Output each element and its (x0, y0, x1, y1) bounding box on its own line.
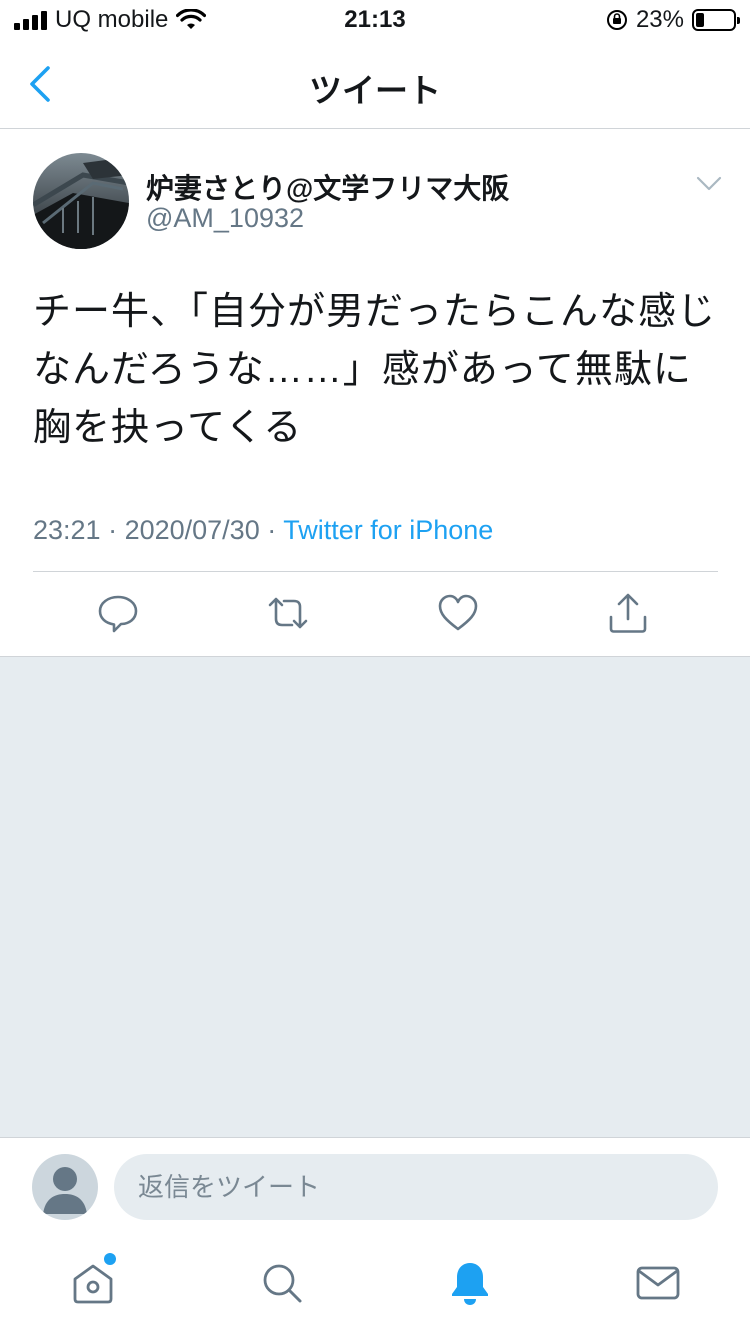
user-avatar[interactable] (32, 1154, 98, 1220)
replies-area (0, 657, 750, 1137)
messages-icon[interactable] (634, 1259, 682, 1307)
reply-icon[interactable] (96, 591, 140, 635)
tweet-text: チー牛、「自分が男だったらこんな感じなんだろうな……」感があって無駄に胸を抉って… (33, 291, 717, 449)
battery-icon (692, 9, 740, 31)
reply-input[interactable] (114, 1154, 718, 1220)
search-icon[interactable] (258, 1259, 306, 1307)
status-right: 23% (606, 6, 740, 34)
share-icon[interactable] (606, 591, 650, 635)
tab-bar (0, 1237, 750, 1334)
status-bar: UQ mobile 21:13 23% (0, 0, 750, 40)
divider (33, 571, 718, 572)
avatar[interactable] (33, 153, 129, 249)
tweet-card: 炉妻さとり@文学フリマ大阪 @AM_10932 チー牛、「自分が男だったらこんな… (0, 129, 750, 657)
author-name[interactable]: 炉妻さとり@文学フリマ大阪 (146, 167, 509, 207)
home-notification-dot (104, 1253, 116, 1265)
author-handle[interactable]: @AM_10932 (146, 203, 304, 234)
home-icon[interactable] (69, 1259, 117, 1307)
page-title: ツイート (309, 72, 441, 109)
nav-bar: ツイート (0, 40, 750, 129)
tweet-source[interactable]: Twitter for iPhone (283, 515, 493, 545)
notifications-icon[interactable] (446, 1259, 494, 1307)
retweet-icon[interactable] (266, 591, 310, 635)
default-avatar-icon (43, 1167, 87, 1214)
tweet-meta: 23:21 · 2020/07/30 · Twitter for iPhone (33, 515, 493, 546)
battery-percent: 23% (635, 6, 684, 33)
tweet-actions (0, 591, 750, 641)
meta-separator: · (259, 515, 284, 545)
meta-separator: · (100, 515, 125, 545)
reply-bar (0, 1137, 750, 1238)
tweet-time: 23:21 (33, 515, 101, 545)
like-icon[interactable] (436, 591, 480, 635)
orientation-lock-icon (606, 10, 627, 30)
avatar-image (33, 153, 129, 249)
chevron-down-icon[interactable] (696, 175, 722, 193)
tweet-date: 2020/07/30 (124, 515, 260, 545)
battery-level (696, 13, 705, 27)
